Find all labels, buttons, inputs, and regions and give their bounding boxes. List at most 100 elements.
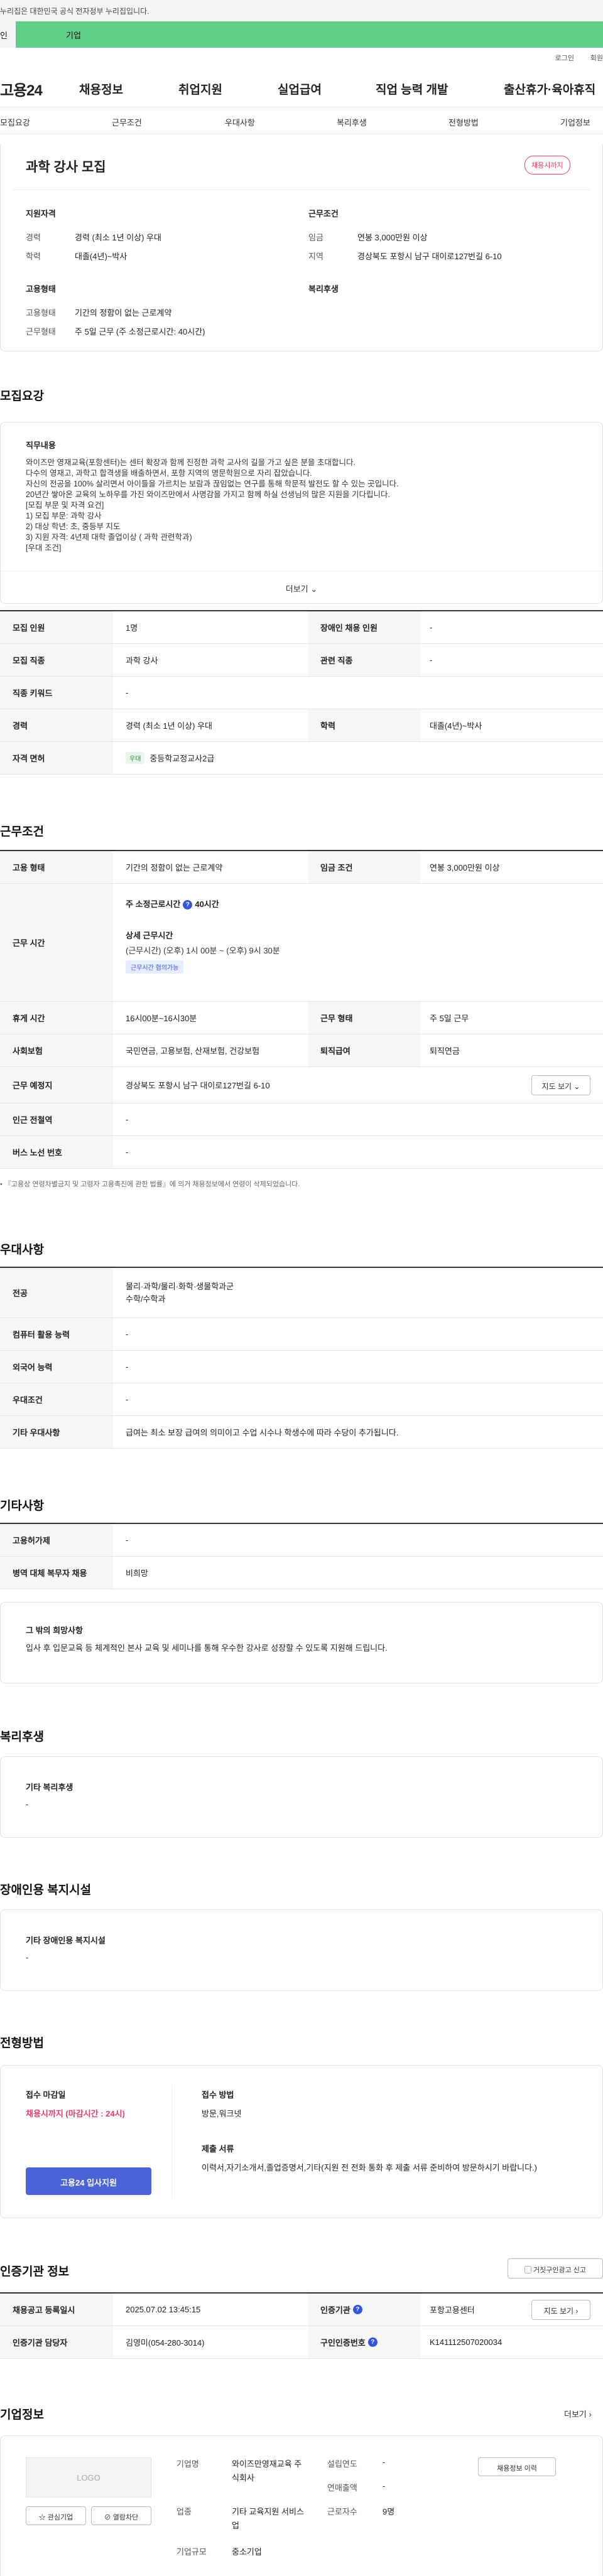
job-description-line: 2) 대상 학년: 초, 중등부 지도 [26,522,121,531]
weekly-hours-value: 40시간 [195,899,219,909]
section-nav-preferences[interactable]: 우대사항 [225,116,255,128]
employment-type-heading: 고용형태 [26,284,56,294]
org-map-button[interactable]: 지도 보기 › [531,2300,590,2320]
region-label: 지역 [308,252,323,261]
job-description-heading: 직무내용 [26,441,56,450]
row-value: - [126,1395,129,1404]
section-nav-welfare[interactable]: 복리후생 [337,116,367,128]
company-more-link[interactable]: 더보기 › [564,2408,592,2420]
site-logo[interactable]: 고용24 [0,78,43,100]
tab-business[interactable]: 기업 [16,21,603,48]
row-label: 인근 전철역 [0,1103,113,1135]
help-icon[interactable]: ? [352,2305,362,2314]
job-description-line: 20년간 쌓아온 교육의 노하우를 가진 와이즈만에서 사명감을 가지고 함께 … [26,490,391,499]
row-value: 1명 [126,623,138,633]
report-button[interactable]: ▢ 거짓구인광고 신고 [508,2258,603,2278]
table-row: 자격 면허 우대 중등학교정교사2급 [0,742,603,775]
tab-individual[interactable]: 인 [0,21,16,48]
row-value: 비희망 [126,1569,148,1578]
row-value: 대졸(4년)~박사 [430,721,482,731]
favorite-company-button[interactable]: ☆ 관심기업 [26,2506,86,2525]
row-value: K141112507020034 [430,2337,503,2347]
row-label: 임금 조건 [308,851,421,883]
row-value: - [430,623,433,632]
row-value: 기간의 정함이 없는 근로계약 [126,863,223,872]
conditions-heading: 근무조건 [308,209,339,218]
table-row: 병역 대체 복무자 채용 비희망 [0,1557,603,1589]
deadline-heading: 접수 마감일 [26,2090,66,2100]
section-nav-recruit[interactable]: 모집요강 [0,116,30,128]
apply-button[interactable]: 고용24 입사지원 [26,2167,151,2195]
section-nav-company[interactable]: 기업정보 [560,116,590,128]
industry-label: 업종 [177,2507,192,2516]
employees-value: 9명 [383,2507,395,2516]
star-icon: ☆ [38,2514,46,2521]
detail-hours-value: (근무시간) (오후) 1시 00분 ~ (오후) 9시 30분 [126,946,280,955]
section-nav-selection[interactable]: 전형방법 [448,116,479,128]
other-table: 고용허가제 - 병역 대체 복무자 채용 비희망 [0,1523,603,1589]
nav-jobs[interactable]: 채용정보 [79,80,123,97]
help-icon[interactable]: ? [367,2337,378,2347]
table-row: 채용공고 등록일시 2025.07.02 13:45:15 인증기관? 포항고용… [0,2294,603,2326]
job-title: 과학 강사 모집 [26,160,106,174]
employment-type-value: 기간의 정함이 없는 근로계약 [75,308,172,318]
favorite-label: 관심기업 [47,2514,73,2521]
welfare-title: 복리후생 [0,1731,44,1744]
cert-table: 채용공고 등록일시 2025.07.02 13:45:15 인증기관? 포항고용… [0,2292,603,2359]
job-description-line: 다수의 영재고, 과학고 합격생을 배출하면서, 포항 지역의 명문학원으로 자… [26,469,312,478]
disability-card: 기타 장애인용 복지시설 - [0,1909,603,1991]
row-value: 급여는 최소 보장 급여의 의미이고 수업 시수나 학생수에 따라 수당이 추가… [126,1428,399,1437]
summary-card: 과학 강사 모집 채용시까지 지원자격 근무조건 경력 경력 (최소 1년 이상… [0,144,603,352]
company-card: LOGO ☆ 관심기업 ⊘ 열람차단 기업명 와이즈만영재교육 주식회사 업종 … [0,2435,603,2576]
employment-type-label: 고용형태 [26,308,56,318]
table-row: 근무 예정지 경상북도 포항시 남구 대이로127번길 6-10 지도 보기 ⌄ [0,1067,603,1103]
row-label: 버스 노선 번호 [0,1136,113,1168]
table-row: 외국어 능력 - [0,1351,603,1383]
row-label: 모집 직종 [0,644,113,676]
tab-individual-label: 인 [0,31,8,40]
join-link[interactable]: 회원 [590,53,603,63]
row-value: - [126,1535,129,1545]
industry-value: 기타 교육지원 서비스업 [232,2507,304,2530]
row-value: 경력 (최소 1년 이상) 우대 [126,721,212,731]
age-note: • 『고용상 연령차별금지 및 고령자 고용촉진에 관한 법률』에 의거 채용정… [0,1181,300,1188]
nav-unemployment-benefit[interactable]: 실업급여 [278,80,322,97]
method-heading: 접수 방법 [202,2090,234,2100]
recruit-title: 모집요강 [0,390,44,403]
job-description-line: [모집 부문 및 자격 요건] [26,501,104,510]
table-row: 고용 형태 기간의 정함이 없는 근로계약 임금 조건 연봉 3,000만원 이… [0,851,603,884]
selection-divider [171,2085,172,2199]
license-value: 중등학교정교사2급 [149,754,215,763]
job-description-line: 3) 지원 자격: 4년제 대학 졸업이상 ( 과학 관련학과) [26,533,192,542]
row-label: 고용허가제 [0,1524,113,1556]
nav-employment-support[interactable]: 취업지원 [178,80,222,97]
welfare-heading: 복리후생 [308,284,339,294]
nav-vocational-training[interactable]: 직업 능력 개발 [376,80,448,97]
row-label: 직종 키워드 [0,677,113,709]
org-label-text: 인증기관 [320,2305,350,2315]
employees-label: 근로자수 [327,2507,357,2516]
help-icon[interactable]: ? [183,900,193,910]
weekly-hours-label: 주 소정근로시간 [126,899,181,909]
welfare-value: - [26,1800,29,1809]
welfare-card: 기타 복리후생 - [0,1756,603,1838]
education-value: 대졸(4년)~박사 [75,252,128,261]
row-label: 학력 [308,709,421,741]
sales-value: - [383,2481,386,2491]
more-button[interactable]: 더보기 ⌄ [1,571,602,604]
row-label: 구인인증번호? [308,2326,421,2358]
founded-value: - [383,2457,386,2467]
login-link[interactable]: 로그인 [555,53,574,63]
map-button[interactable]: 지도 보기 ⌄ [531,1075,590,1095]
company-size-label: 기업규모 [177,2547,207,2557]
deadline-value: 채용시까지 (마감시간 : 24시) [26,2109,125,2118]
disability-value: - [26,1953,29,1962]
table-row: 근무 시간 주 소정근로시간? 40시간 상세 근무시간 (근무시간) (오후) … [0,884,603,1002]
section-nav-conditions[interactable]: 근무조건 [112,116,142,128]
nav-parental-leave[interactable]: 출산휴가·육아휴직 [504,80,595,97]
documents-value: 이력서,자기소개서,졸업증명서,기타(지원 전 전화 통화 후 제출 서류 준비… [202,2163,538,2172]
job-description-line: 1) 모집 부문: 과학 강사 [26,512,102,520]
table-row: 컴퓨터 활용 능력 - [0,1318,603,1351]
hiring-history-button[interactable]: 채용정보 이력 [478,2457,556,2476]
block-view-button[interactable]: ⊘ 열람차단 [91,2506,151,2525]
